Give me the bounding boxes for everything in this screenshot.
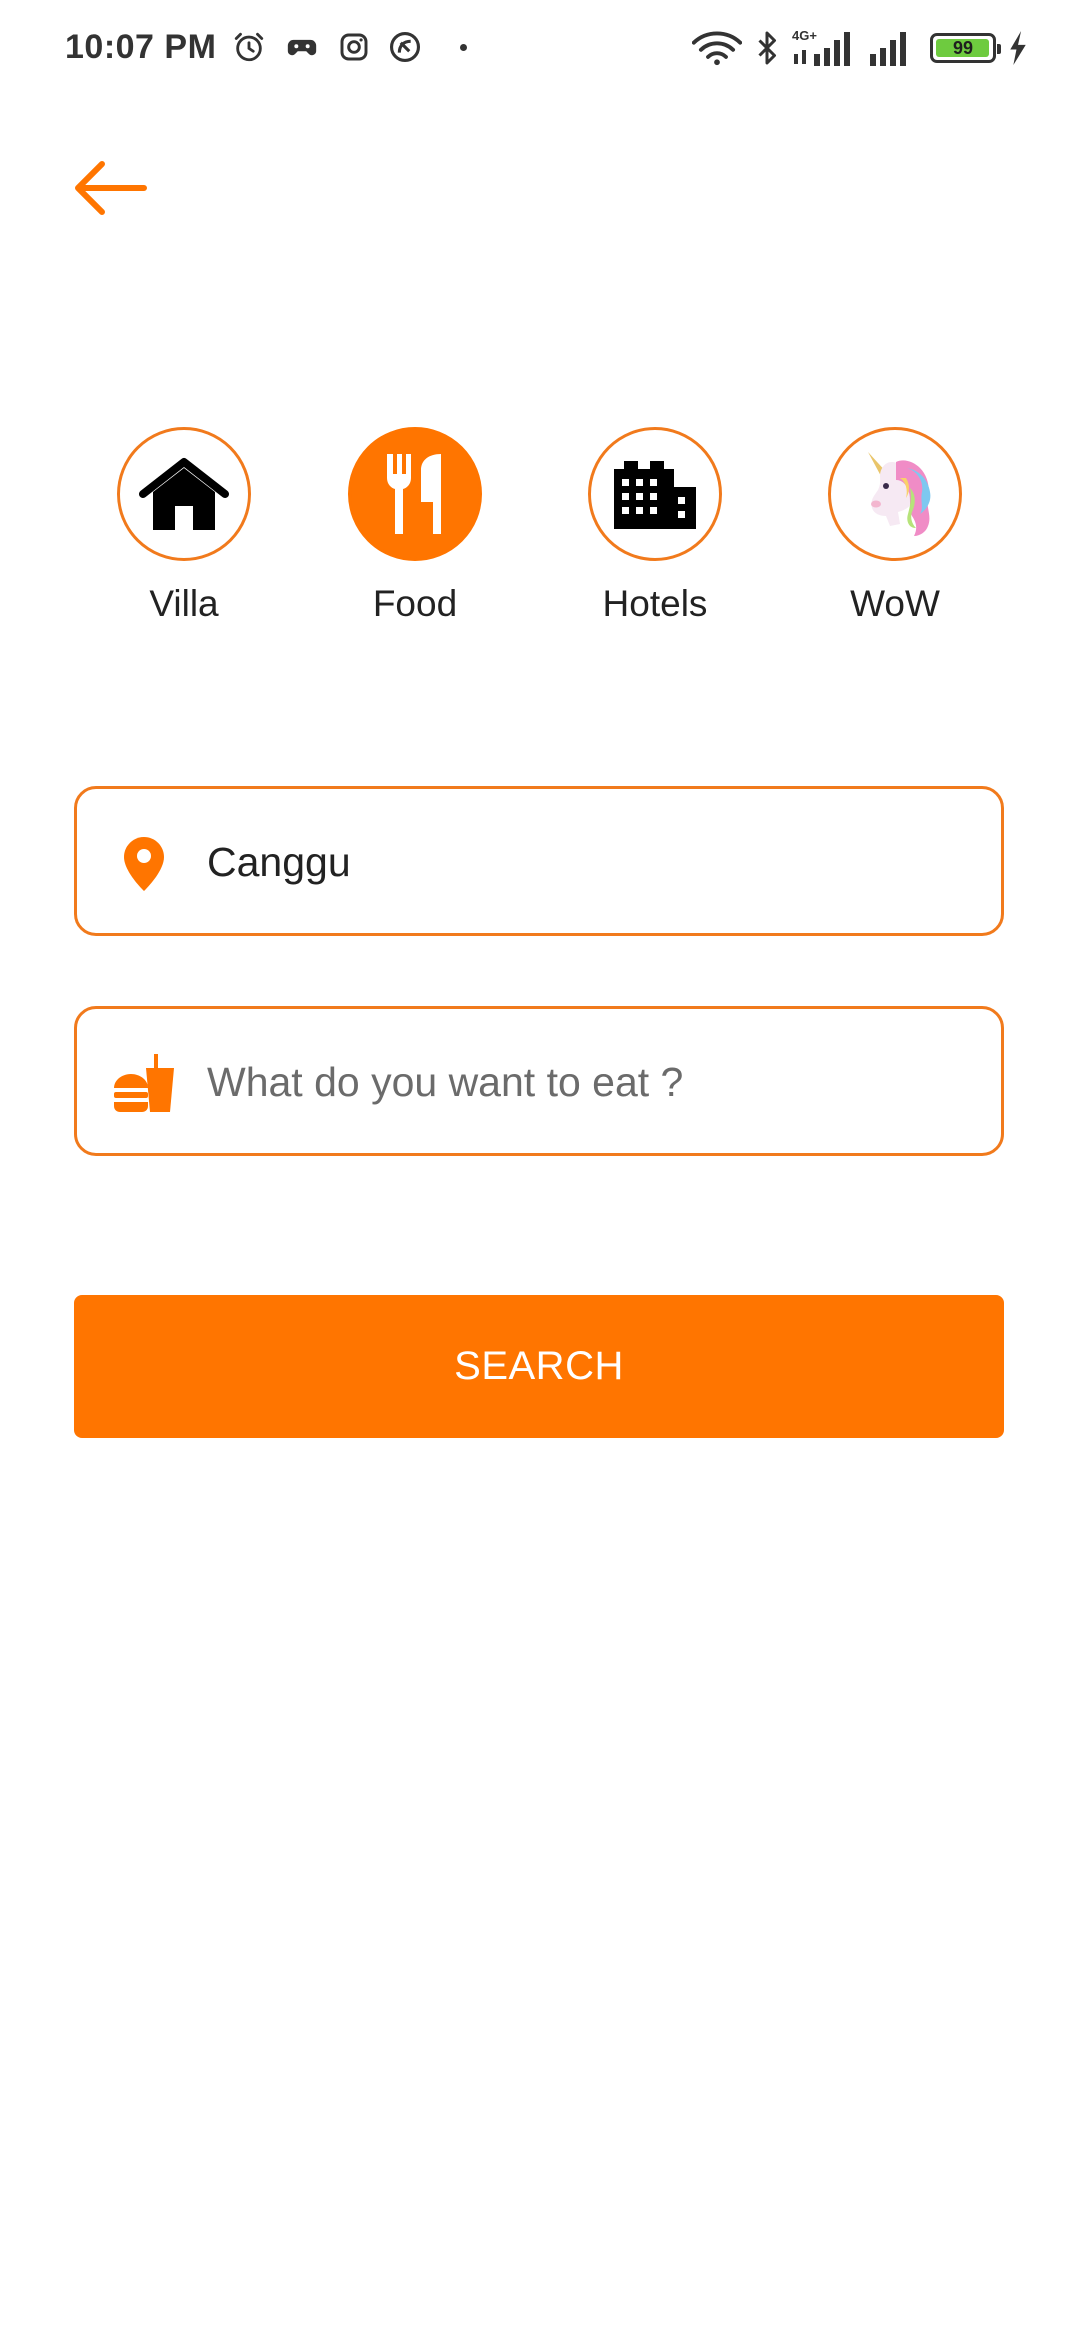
back-button[interactable] (72, 160, 148, 216)
arrow-left-icon (75, 161, 147, 215)
category-label: Villa (149, 583, 219, 624)
search-button[interactable]: SEARCH (74, 1295, 1004, 1438)
app-notification-icon (389, 31, 421, 63)
system-icons: 4G+ 99 (692, 28, 1028, 66)
food-query-input[interactable] (207, 1037, 967, 1127)
battery-cap (997, 44, 1001, 54)
signal-bars-icon (794, 32, 850, 66)
category-label: Food (372, 583, 458, 624)
category-villa[interactable]: Villa (89, 427, 279, 625)
signal-bars-icon (870, 32, 906, 66)
buildings-icon (614, 461, 696, 529)
category-circle (117, 427, 251, 561)
location-field[interactable] (74, 786, 1004, 936)
more-notifications-dot (460, 43, 467, 51)
category-label: Hotels (602, 583, 708, 624)
wifi-icon (692, 31, 742, 66)
category-hotels[interactable]: Hotels (560, 427, 750, 625)
unicorn-icon (868, 452, 931, 536)
category-wow[interactable]: WoW (800, 427, 990, 625)
category-circle (828, 427, 962, 561)
location-pin-icon (109, 829, 179, 899)
fastfood-icon (109, 1049, 179, 1119)
status-bar: 10:07 PM 4G+ 99 (0, 0, 1080, 100)
status-time: 10:07 PM (65, 28, 217, 66)
alarm-icon (234, 32, 264, 62)
charging-icon (1010, 31, 1026, 65)
game-controller-icon (287, 39, 317, 56)
bluetooth-icon (758, 31, 776, 65)
category-food[interactable]: Food (320, 427, 510, 625)
notification-icons (232, 30, 467, 64)
battery-indicator: 99 (930, 33, 1001, 63)
category-circle (588, 427, 722, 561)
location-input[interactable] (207, 817, 967, 907)
category-label: WoW (850, 583, 940, 624)
fork-knife-icon (387, 454, 441, 534)
house-icon (139, 458, 229, 530)
food-search-field[interactable] (74, 1006, 1004, 1156)
battery-level: 99 (952, 38, 974, 58)
cellular-signal-4g: 4G+ (792, 28, 856, 66)
category-circle (348, 427, 482, 561)
instagram-icon (340, 33, 368, 61)
